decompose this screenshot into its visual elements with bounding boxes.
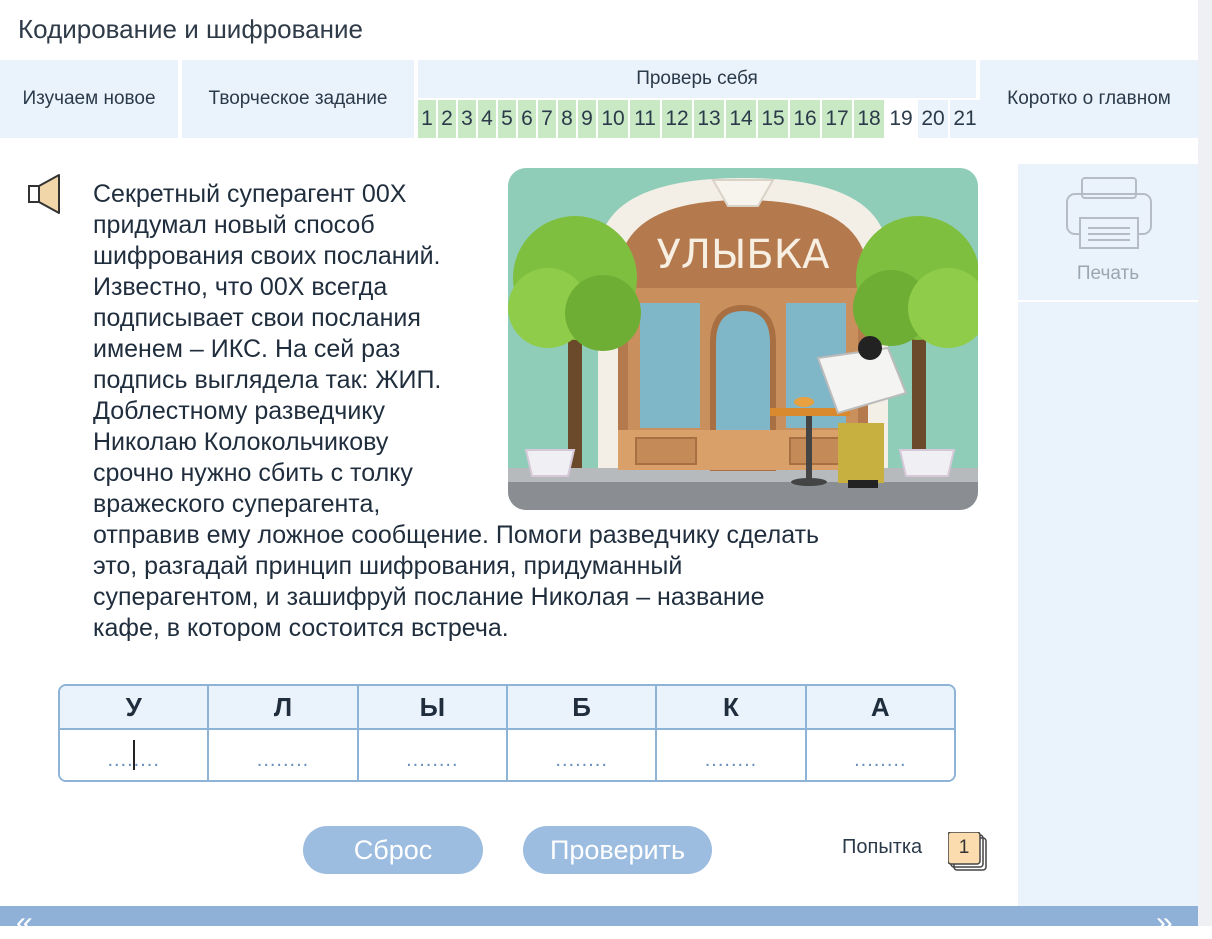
task-number[interactable]: 5: [498, 100, 516, 138]
task-number[interactable]: 18: [854, 100, 884, 138]
input-placeholder: ........: [704, 749, 758, 771]
tab-summary[interactable]: Коротко о главном: [980, 60, 1198, 138]
side-panel: Печать: [1018, 164, 1198, 906]
cipher-input[interactable]: ........: [209, 730, 359, 780]
reset-button[interactable]: Сброс: [303, 826, 483, 874]
cipher-letter: Б: [508, 686, 658, 728]
next-button[interactable]: »: [1156, 908, 1173, 938]
cipher-input[interactable]: ........: [359, 730, 508, 780]
cipher-letter: К: [657, 686, 807, 728]
attempt-value: 1: [958, 837, 970, 858]
cafe-illustration: УЛЫБКА: [508, 168, 978, 510]
tab-learn[interactable]: Изучаем новое: [0, 60, 178, 138]
side-panel-divider: [1018, 300, 1198, 302]
task-number[interactable]: 8: [558, 100, 576, 138]
cipher-input-row: ........ ........ ........ ........ ....…: [60, 730, 954, 780]
page-title: Кодирование и шифрование: [18, 14, 363, 44]
cipher-input[interactable]: ........: [508, 730, 658, 780]
task-number[interactable]: 3: [458, 100, 476, 138]
print-button[interactable]: Печать: [1018, 174, 1198, 294]
cipher-letter: Ы: [359, 686, 508, 728]
prev-button[interactable]: «: [16, 908, 33, 938]
cipher-table: У Л Ы Б К А ........ ........ ........ .…: [58, 684, 956, 782]
task-number-current[interactable]: 19: [886, 100, 916, 138]
task-number[interactable]: 2: [438, 100, 456, 138]
cipher-header-row: У Л Ы Б К А: [60, 686, 954, 730]
footer-nav: « »: [0, 906, 1198, 938]
tab-check[interactable]: Проверь себя: [418, 60, 976, 98]
task-number[interactable]: 14: [726, 100, 756, 138]
task-text-line: кафе, в котором состоится встреча.: [93, 614, 509, 642]
speaker-icon[interactable]: [26, 172, 64, 216]
task-number-list: 1 2 3 4 5 6 7 8 9 10 11 12 13 14 15 16 1…: [418, 100, 982, 138]
cipher-input[interactable]: ........: [60, 730, 210, 780]
task-number[interactable]: 16: [790, 100, 820, 138]
input-placeholder: ........: [406, 749, 459, 771]
cipher-input[interactable]: ........: [657, 730, 807, 780]
attempt-counter: 1: [948, 832, 987, 871]
task-number[interactable]: 6: [518, 100, 536, 138]
task-number[interactable]: 11: [630, 100, 660, 138]
input-placeholder: ........: [854, 749, 907, 771]
window-scrollbar[interactable]: [1198, 0, 1212, 926]
task-number[interactable]: 4: [478, 100, 496, 138]
print-label: Печать: [1076, 263, 1140, 284]
printer-icon: [1066, 177, 1152, 249]
text-cursor: [133, 740, 135, 770]
cipher-letter: У: [60, 686, 210, 728]
input-placeholder: ........: [555, 749, 608, 771]
task-number[interactable]: 1: [418, 100, 436, 138]
task-number[interactable]: 17: [822, 100, 852, 138]
task-text-line: отправив ему ложное сообщение. Помоги ра…: [93, 521, 820, 549]
tab-creative[interactable]: Творческое задание: [182, 60, 414, 138]
cipher-letter: А: [870, 691, 890, 722]
check-button[interactable]: Проверить: [523, 826, 712, 874]
section-tabs: Изучаем новое Творческое задание Проверь…: [0, 60, 1198, 138]
task-number[interactable]: 15: [758, 100, 788, 138]
cipher-letter: Л: [209, 686, 359, 728]
task-number[interactable]: 9: [578, 100, 596, 138]
cipher-input[interactable]: ........: [807, 730, 954, 780]
task-text-line: суперагентом, и зашифруй послание Никола…: [93, 583, 765, 611]
task-number[interactable]: 20: [918, 100, 948, 138]
cafe-sign: УЛЫБКА: [657, 232, 831, 278]
task-number[interactable]: 12: [662, 100, 692, 138]
task-number[interactable]: 7: [538, 100, 556, 138]
input-placeholder: ........: [256, 749, 310, 771]
task-number[interactable]: 10: [598, 100, 628, 138]
task-number[interactable]: 13: [694, 100, 724, 138]
task-text-line: это, разгадай принцип шифрования, придум…: [93, 552, 683, 580]
attempt-label: Попытка: [842, 836, 923, 858]
task-number[interactable]: 21: [950, 100, 980, 138]
tab-check-group: Проверь себя 1 2 3 4 5 6 7 8 9 10 11 12 …: [418, 60, 980, 138]
